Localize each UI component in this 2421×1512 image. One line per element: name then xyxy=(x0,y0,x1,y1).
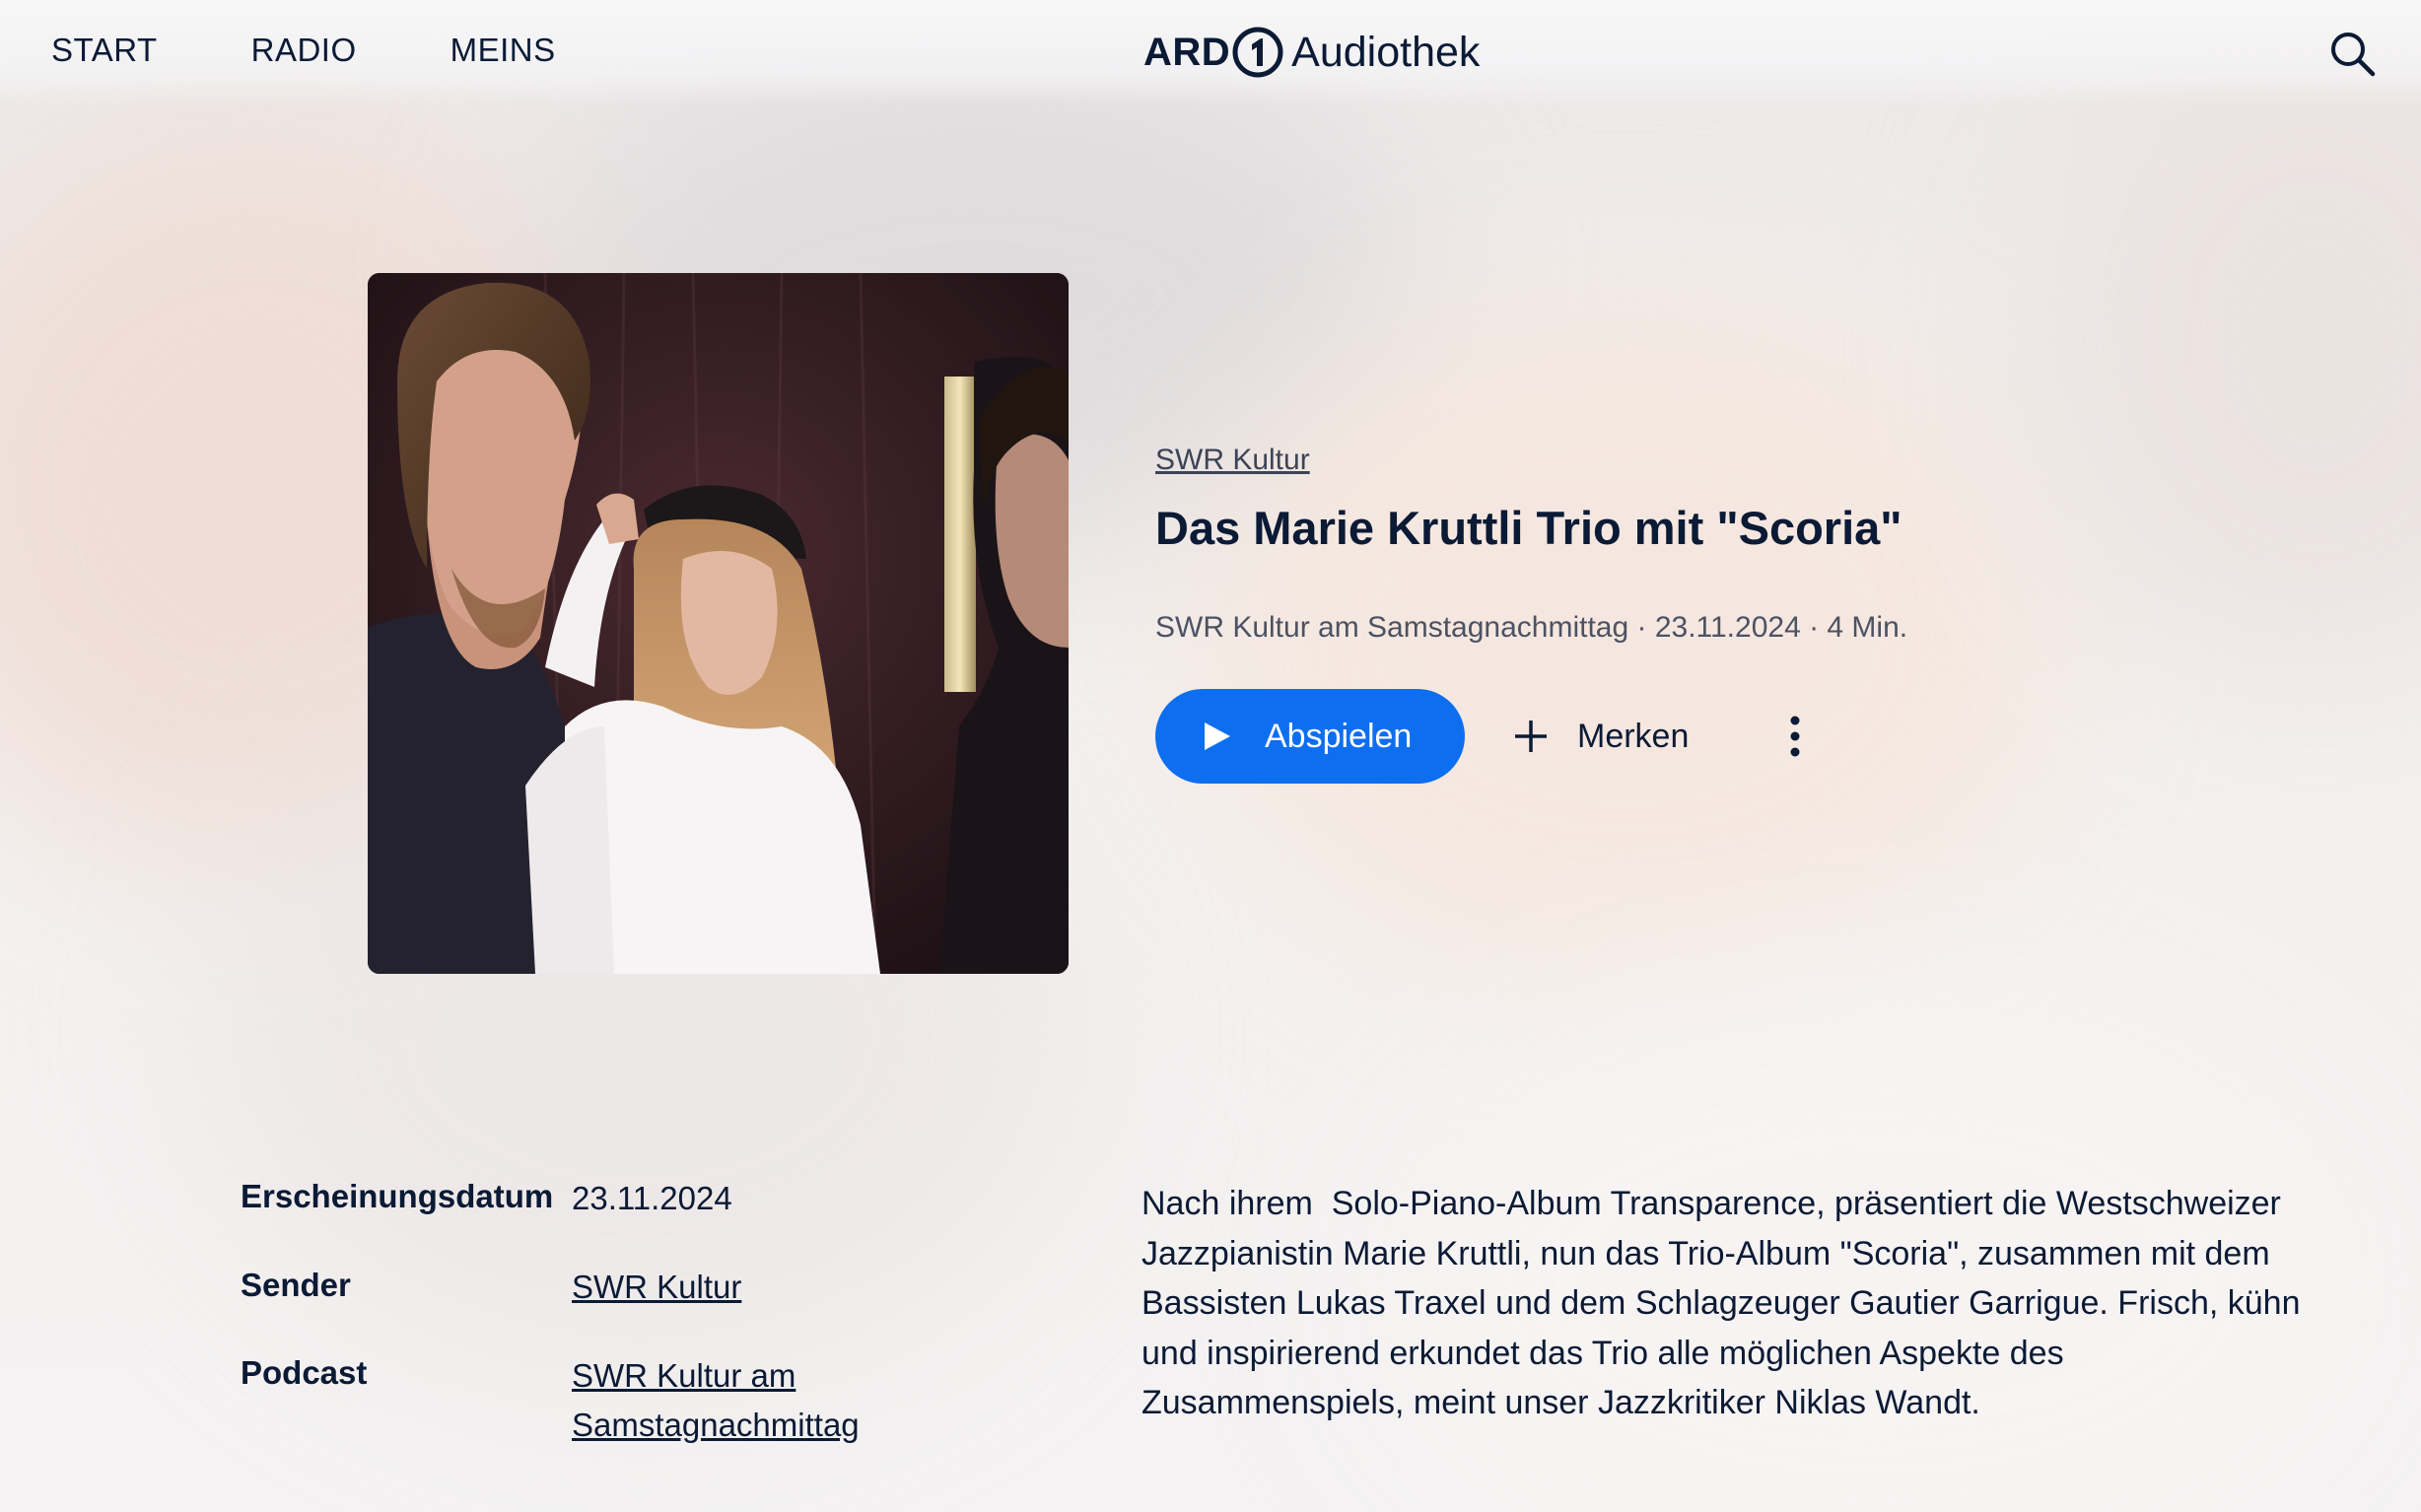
episode-cover-image xyxy=(368,273,1069,974)
search-icon[interactable] xyxy=(2328,30,2378,79)
top-header: START RADIO MEINS ARD Audiothek xyxy=(0,0,2421,106)
play-icon xyxy=(1205,722,1230,750)
detail-label-podcast: Podcast xyxy=(241,1354,368,1391)
episode-title: Das Marie Kruttli Trio mit "Scoria" xyxy=(1155,502,1902,554)
nav-start[interactable]: START xyxy=(51,32,158,69)
logo-ard-text: ARD xyxy=(1143,30,1231,74)
episode-meta: SWR Kultur am Samstagnachmittag · 23.11.… xyxy=(1155,611,1908,644)
detail-label-date: Erscheinungsdatum xyxy=(241,1178,554,1214)
episode-description: Nach ihrem Solo-Piano-Album Transparence… xyxy=(1141,1185,2310,1421)
detail-value-podcast-link[interactable]: SWR Kultur am Samstagnachmittag xyxy=(572,1351,927,1450)
play-button-label: Abspielen xyxy=(1265,717,1413,755)
more-options-icon[interactable] xyxy=(1780,713,1810,760)
nav-meins[interactable]: MEINS xyxy=(450,32,556,69)
detail-label-sender: Sender xyxy=(241,1267,351,1303)
bookmark-button-label: Merken xyxy=(1577,717,1690,755)
ard-audiothek-logo[interactable]: ARD Audiothek xyxy=(1143,20,1480,85)
bookmark-button[interactable]: Merken xyxy=(1512,705,1689,768)
detail-value-sender-link[interactable]: SWR Kultur xyxy=(572,1263,927,1312)
play-button[interactable]: Abspielen xyxy=(1155,689,1465,784)
plus-icon xyxy=(1515,721,1547,752)
channel-link[interactable]: SWR Kultur xyxy=(1155,444,1310,477)
ard-one-icon xyxy=(1232,27,1283,78)
cover-photo xyxy=(368,273,1069,974)
logo-audiothek-text: Audiothek xyxy=(1291,28,1481,76)
detail-value-date: 23.11.2024 xyxy=(572,1180,732,1216)
nav-radio[interactable]: RADIO xyxy=(251,32,357,69)
main-nav: START RADIO MEINS xyxy=(51,32,650,69)
